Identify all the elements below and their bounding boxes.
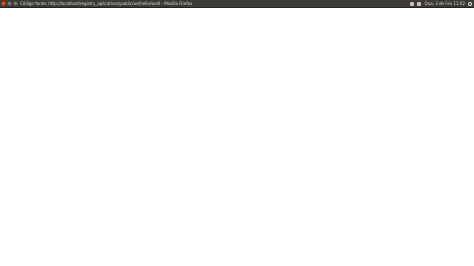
- panel-indicators: Qua, 3 de Fev 11:02: [409, 0, 472, 8]
- panel-clock[interactable]: Qua, 3 de Fev 11:02: [425, 0, 465, 8]
- top-panel: Código-fonte: http://localhost/registry_…: [0, 0, 474, 8]
- minimize-window-button[interactable]: [7, 1, 12, 6]
- window-title: Código-fonte: http://localhost/registry_…: [20, 1, 193, 6]
- network-icon[interactable]: [409, 2, 414, 6]
- session-gear-icon[interactable]: [468, 2, 472, 6]
- volume-icon[interactable]: [416, 2, 421, 6]
- page-source-view[interactable]: [0, 8, 474, 266]
- maximize-window-button[interactable]: [13, 1, 18, 6]
- close-window-button[interactable]: [1, 1, 6, 6]
- desktop-screen: Código-fonte: http://localhost/registry_…: [0, 0, 474, 266]
